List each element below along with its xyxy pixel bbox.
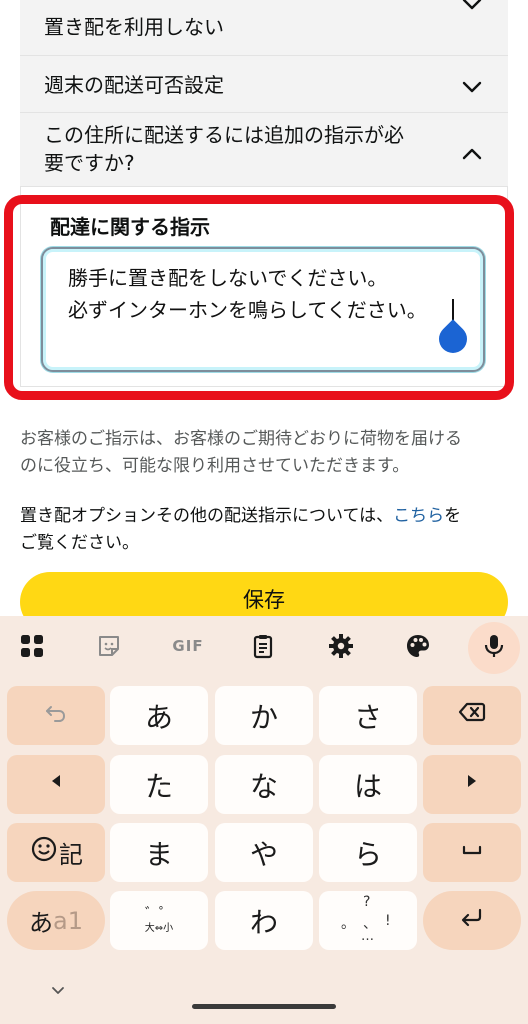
accordion-item-additional-instructions[interactable]: この住所に配送するには追加の指示が必 要ですか?	[20, 113, 508, 187]
accordion-item-label-line1: この住所に配送するには追加の指示が必	[44, 123, 404, 147]
microphone-icon[interactable]	[476, 628, 512, 664]
delivery-options-accordion: 置き配を利用しない 週末の配送可否設定 この住所に配送するには追加の指示が必 要…	[20, 0, 508, 187]
gif-icon[interactable]: GIF	[168, 628, 208, 664]
mode-alpha-label: a1	[53, 906, 83, 935]
accordion-item-label: 置き配を利用しない	[44, 15, 224, 39]
other-instructions-text: 置き配オプションその他の配送指示については、こちらを ご覧ください。	[20, 503, 512, 557]
accordion-item-label-line2: 要ですか?	[44, 151, 135, 175]
backspace-key[interactable]	[423, 686, 521, 745]
key-ya[interactable]: や	[215, 823, 313, 882]
cursor-left-key[interactable]	[7, 755, 105, 814]
punct-bottom: …	[361, 929, 374, 944]
dakuten-bottom: 大⇔小	[144, 922, 174, 934]
key-ta[interactable]: た	[110, 755, 208, 814]
space-key[interactable]	[423, 823, 521, 882]
here-link[interactable]: こちら	[393, 506, 444, 526]
accordion-item-label: この住所に配送するには追加の指示が必 要ですか?	[44, 121, 444, 177]
punct-left: 。	[341, 916, 355, 932]
key-ha[interactable]: は	[319, 755, 417, 814]
accordion-item-weekend-delivery[interactable]: 週末の配送可否設定	[20, 56, 508, 113]
other-instructions-suffix: を	[444, 506, 462, 526]
emoji-key-label: 記	[59, 841, 83, 869]
chevron-down-icon	[460, 0, 484, 16]
key-ka[interactable]: か	[215, 686, 313, 745]
space-icon	[457, 834, 487, 871]
other-instructions-prefix: 置き配オプションその他の配送指示については、	[20, 506, 394, 526]
dakuten-key[interactable]: ゛゜ 大⇔小	[110, 891, 208, 950]
key-ma[interactable]: ま	[110, 823, 208, 882]
mode-kana-label: あ	[29, 909, 53, 937]
other-instructions-line2: ご覧ください。	[20, 533, 139, 553]
clipboard-icon[interactable]	[245, 628, 281, 664]
chevron-down-icon	[460, 75, 484, 99]
key-sa[interactable]: さ	[319, 686, 417, 745]
gesture-nav-bar[interactable]	[192, 1004, 336, 1009]
hide-keyboard-chevron-icon[interactable]	[50, 982, 66, 998]
dakuten-top: ゛゜	[145, 905, 173, 922]
gif-label: GIF	[172, 637, 204, 655]
apps-grid-icon[interactable]	[14, 628, 50, 664]
emoji-symbol-key[interactable]: 記	[7, 823, 105, 882]
help-text-line2: のに役立ち、可能な限り利用させていただきます。	[20, 456, 410, 476]
arrow-right-icon	[457, 766, 487, 803]
punct-top: ?	[363, 894, 371, 910]
keyboard-toolbar: GIF	[0, 616, 528, 676]
undo-icon	[41, 697, 71, 734]
screen: 置き配を利用しない 週末の配送可否設定 この住所に配送するには追加の指示が必 要…	[0, 0, 528, 1024]
cursor-right-key[interactable]	[423, 755, 521, 814]
arrow-left-icon	[41, 766, 71, 803]
help-text-line1: お客様のご指示は、お客様のご期待どおりに荷物を届ける	[20, 429, 462, 449]
punct-right: !	[385, 913, 391, 929]
accordion-item-no-safe-place[interactable]: 置き配を利用しない	[20, 0, 508, 56]
input-mode-key[interactable]: あ a1	[7, 891, 105, 950]
key-na[interactable]: な	[215, 755, 313, 814]
undo-key[interactable]	[7, 686, 105, 745]
red-highlight-annotation	[4, 195, 514, 400]
enter-icon	[457, 902, 487, 939]
settings-gear-icon[interactable]	[323, 628, 359, 664]
chevron-up-icon	[460, 142, 484, 166]
smiley-icon	[29, 834, 59, 871]
palette-icon[interactable]	[400, 628, 436, 664]
help-text: お客様のご指示は、お客様のご期待どおりに荷物を届ける のに役立ち、可能な限り利用…	[20, 426, 512, 480]
enter-key[interactable]	[423, 891, 521, 950]
sticker-icon[interactable]	[91, 628, 127, 664]
backspace-icon	[457, 697, 487, 734]
key-ra[interactable]: ら	[319, 823, 417, 882]
soft-keyboard: GIF あ か さ た な は 記 ま や ら あ a1 ゛゜ 大⇔小 わ ? …	[0, 616, 528, 1024]
key-wa[interactable]: わ	[215, 891, 313, 950]
key-a[interactable]: あ	[110, 686, 208, 745]
accordion-item-label: 週末の配送可否設定	[44, 73, 224, 97]
punctuation-key[interactable]: ? 。 、 ! …	[319, 891, 417, 950]
